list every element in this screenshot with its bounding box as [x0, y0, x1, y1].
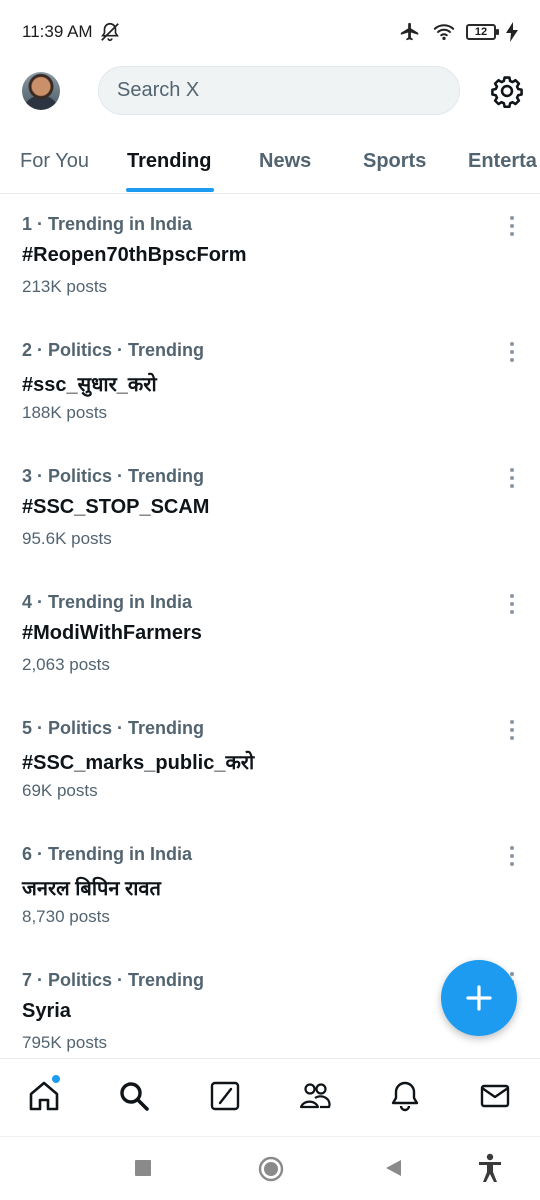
recents-square-icon[interactable]	[134, 1159, 152, 1177]
more-options-icon[interactable]	[504, 844, 520, 868]
more-options-icon[interactable]	[504, 340, 520, 364]
trend-post-count: 795K posts	[22, 1033, 108, 1052]
list-item[interactable]: 1 · Trending in India #Reopen70thBpscFor…	[0, 214, 540, 340]
notifications-icon[interactable]	[388, 1079, 422, 1113]
trend-name: जनरल बिपिन रावत	[22, 878, 161, 900]
trend-post-count: 8,730 posts	[22, 907, 110, 926]
trend-meta: 5 · Politics · Trending	[22, 718, 205, 738]
compose-icon[interactable]	[208, 1079, 242, 1113]
more-options-icon[interactable]	[504, 592, 520, 616]
trend-meta: 1 · Trending in India	[22, 214, 193, 234]
list-item[interactable]: 6 · Trending in India जनरल बिपिन रावत 8,…	[0, 844, 540, 970]
more-options-icon[interactable]	[504, 214, 520, 238]
tab-bar: For You Trending News Sports Enterta	[0, 136, 540, 194]
trend-post-count: 188K posts	[22, 403, 108, 422]
compose-fab-button[interactable]	[441, 960, 517, 1036]
dnd-bell-off-icon	[100, 22, 119, 42]
trend-name: #ModiWithFarmers	[22, 622, 202, 644]
trend-post-count: 2,063 posts	[22, 655, 110, 674]
trend-meta: 3 · Politics · Trending	[22, 466, 205, 486]
list-item[interactable]: 4 · Trending in India #ModiWithFarmers 2…	[0, 592, 540, 718]
charging-bolt-icon	[506, 22, 518, 42]
search-placeholder: Search X	[117, 79, 200, 101]
battery-level: 12	[474, 26, 488, 38]
trend-meta: 4 · Trending in India	[22, 592, 193, 612]
tab-news[interactable]: News	[259, 150, 311, 173]
tab-trending[interactable]: Trending	[127, 150, 211, 173]
status-time: 11:39 AM	[22, 22, 93, 41]
tab-entertainment[interactable]: Enterta	[468, 150, 537, 173]
trend-post-count: 213K posts	[22, 277, 108, 296]
trend-post-count: 69K posts	[22, 781, 98, 800]
list-item[interactable]: 3 · Politics · Trending #SSC_STOP_SCAM 9…	[0, 466, 540, 592]
screen: 11:39 AM 12 Search X For You Trending Ne…	[0, 0, 540, 1200]
back-triangle-icon[interactable]	[383, 1158, 403, 1178]
trend-meta: 7 · Politics · Trending	[22, 970, 205, 990]
tab-sports[interactable]: Sports	[363, 150, 426, 173]
trend-meta: 6 · Trending in India	[22, 844, 193, 864]
communities-icon[interactable]	[298, 1079, 332, 1113]
wifi-icon	[433, 24, 455, 41]
top-header: Search X	[0, 64, 540, 118]
tab-for-you[interactable]: For You	[20, 150, 89, 173]
trend-name: #Reopen70thBpscForm	[22, 244, 247, 266]
system-nav-bar	[0, 1136, 540, 1200]
trend-name: #ssc_सुधार_करो	[22, 374, 157, 396]
search-icon[interactable]	[117, 1079, 151, 1113]
bottom-nav	[0, 1058, 540, 1136]
settings-gear-icon[interactable]	[490, 74, 524, 108]
active-tab-indicator	[126, 188, 214, 192]
trend-name: #SSC_marks_public_करो	[22, 752, 255, 774]
status-left: 11:39 AM	[22, 21, 121, 43]
accessibility-icon[interactable]	[476, 1153, 504, 1183]
trend-name: Syria	[22, 1000, 71, 1022]
status-right: 12	[398, 21, 518, 43]
home-circle-icon[interactable]	[258, 1156, 284, 1182]
home-icon[interactable]	[27, 1079, 61, 1113]
list-item[interactable]: 2 · Politics · Trending #ssc_सुधार_करो 1…	[0, 340, 540, 466]
trend-post-count: 95.6K posts	[22, 529, 112, 548]
more-options-icon[interactable]	[504, 466, 520, 490]
list-item[interactable]: 5 · Politics · Trending #SSC_marks_publi…	[0, 718, 540, 844]
more-options-icon[interactable]	[504, 718, 520, 742]
messages-icon[interactable]	[478, 1079, 512, 1113]
airplane-icon	[400, 22, 419, 41]
battery-icon: 12	[466, 24, 499, 40]
search-input[interactable]: Search X	[98, 66, 460, 115]
trend-name: #SSC_STOP_SCAM	[22, 496, 210, 518]
avatar[interactable]	[22, 72, 60, 110]
home-notification-dot	[52, 1075, 60, 1083]
plus-icon	[466, 985, 492, 1011]
status-bar: 11:39 AM 12	[0, 0, 540, 64]
trend-meta: 2 · Politics · Trending	[22, 340, 205, 360]
